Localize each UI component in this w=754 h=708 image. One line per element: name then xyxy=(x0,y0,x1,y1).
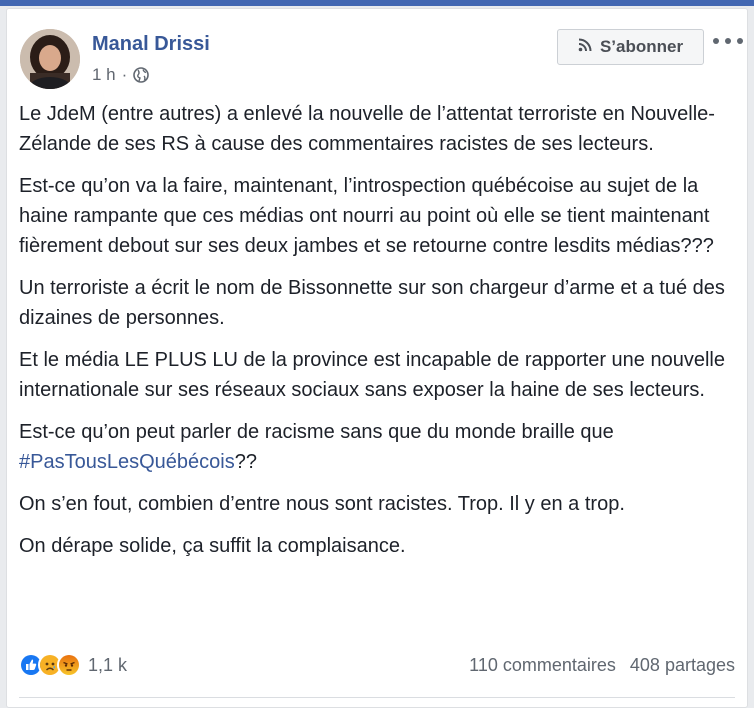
post-paragraph: On dérape solide, ça suffit la complaisa… xyxy=(19,535,406,557)
rss-icon xyxy=(578,37,592,57)
avatar-image xyxy=(20,29,80,89)
post-card: Manal Drissi 1 h · S’abonner Le JdeM (en… xyxy=(6,8,748,708)
post-paragraph: On s’en fout, combien d’entre nous sont … xyxy=(19,493,625,515)
comments-count-link[interactable]: 110 commentaires xyxy=(469,655,616,676)
post-paragraph: Le JdeM (entre autres) a enlevé la nouve… xyxy=(19,103,715,155)
reaction-count: 1,1 k xyxy=(88,654,128,675)
follow-button-label: S’abonner xyxy=(599,37,684,56)
post-paragraph: Un terroriste a écrit le nom de Bissonne… xyxy=(19,277,725,329)
post-meta: 1 h · xyxy=(92,65,150,85)
more-dots-icon[interactable] xyxy=(713,31,743,51)
globe-icon xyxy=(133,67,150,83)
top-bar xyxy=(0,0,754,6)
paragraph-text: Est-ce qu’on peut parler de racisme sans… xyxy=(19,421,614,443)
paragraph-suffix: ?? xyxy=(234,451,257,473)
dot xyxy=(725,38,731,44)
divider xyxy=(19,697,735,698)
author-name[interactable]: Manal Drissi xyxy=(92,33,210,56)
angry-reaction-icon xyxy=(57,653,81,677)
hashtag-link[interactable]: #PasTousLesQuébécois xyxy=(19,451,235,473)
dot xyxy=(713,38,719,44)
post-paragraph: Est-ce qu’on peut parler de racisme sans… xyxy=(19,417,731,477)
post-paragraph: Est-ce qu’on va la faire, maintenant, l’… xyxy=(19,175,714,257)
avatar[interactable] xyxy=(20,29,80,89)
dot xyxy=(737,38,743,44)
follow-button[interactable]: S’abonner xyxy=(557,29,704,65)
post-stats: 110 commentaires 408 partages xyxy=(469,655,735,676)
reactions-summary[interactable]: 1,1 k xyxy=(19,653,127,677)
meta-separator: · xyxy=(121,65,128,84)
post-body: Le JdeM (entre autres) a enlevé la nouve… xyxy=(19,99,731,573)
post-paragraph: Et le média LE PLUS LU de la province es… xyxy=(19,349,725,401)
post-footer: 1,1 k 110 commentaires 408 partages xyxy=(19,650,735,680)
post-time[interactable]: 1 h xyxy=(92,65,116,85)
shares-count-link[interactable]: 408 partages xyxy=(630,655,735,676)
